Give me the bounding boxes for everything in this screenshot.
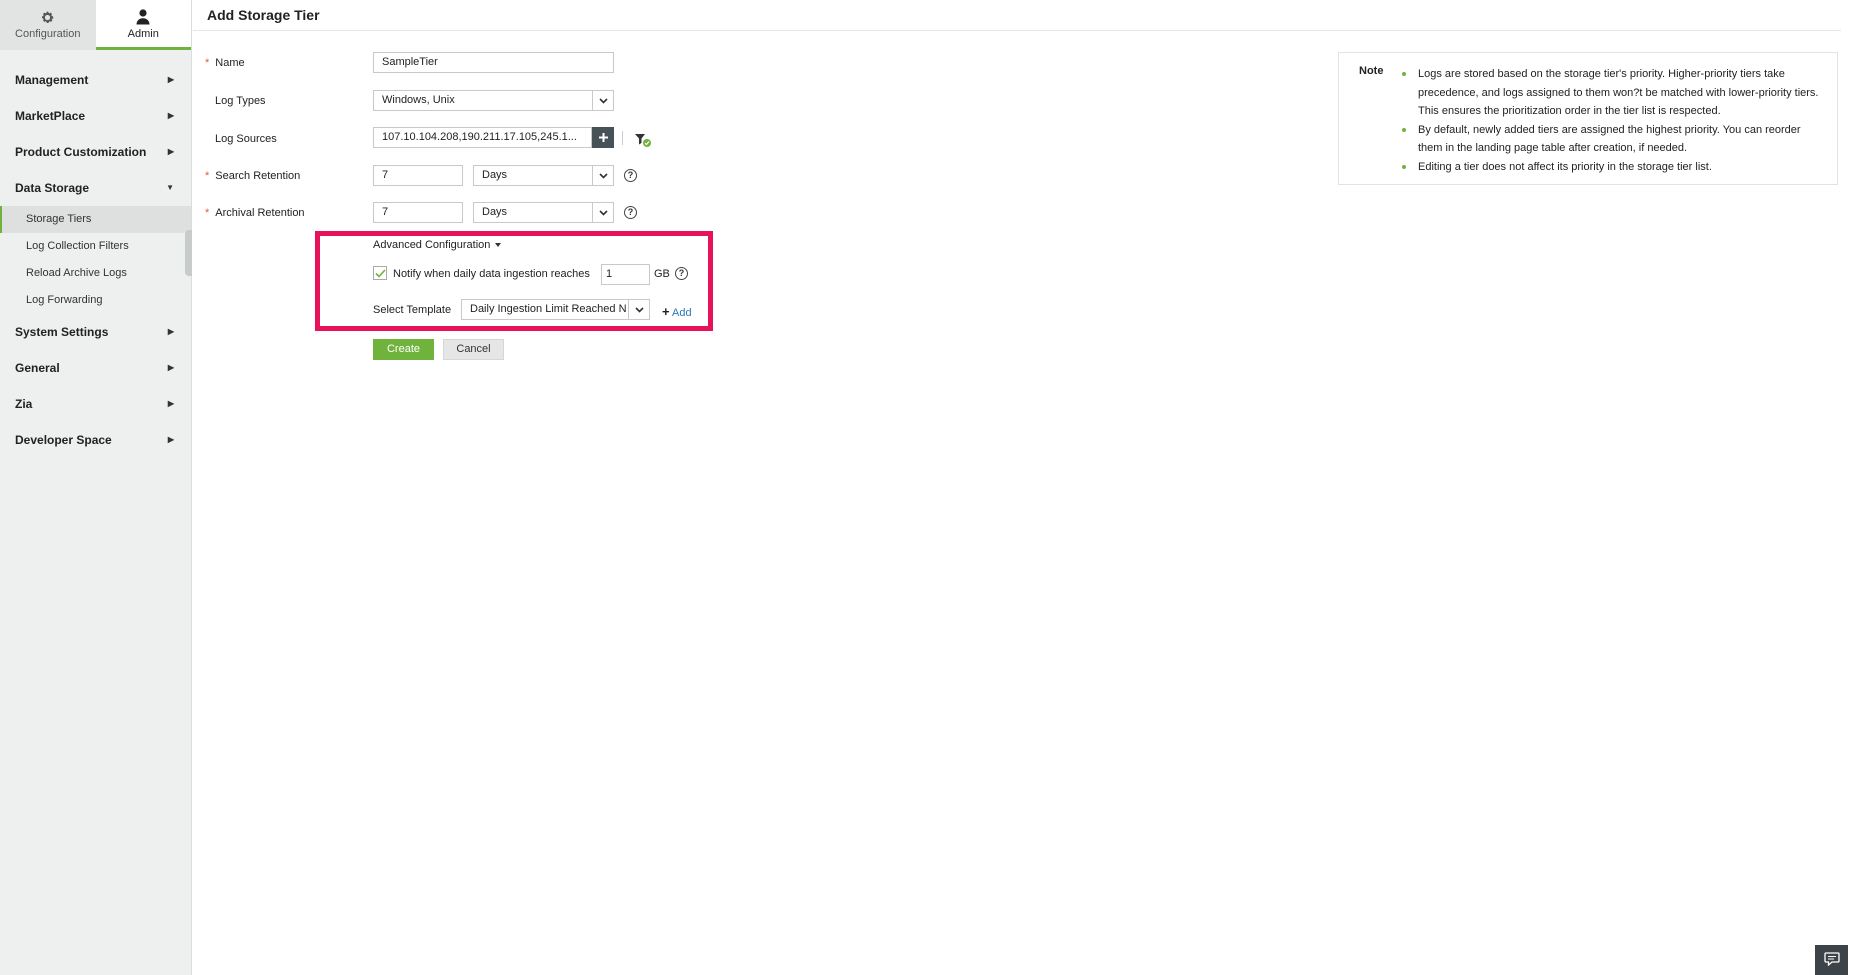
sidebar-item-developer-space[interactable]: Developer Space ▶ [0, 422, 191, 458]
required-asterisk: * [205, 207, 210, 219]
advanced-config-title: Advanced Configuration [373, 239, 491, 251]
help-icon[interactable]: ? [624, 206, 637, 219]
chevron-down-icon [628, 300, 649, 319]
archival-retention-input[interactable]: 7 [373, 202, 463, 223]
sidebar-nav: Management ▶ MarketPlace ▶ Product Custo… [0, 50, 191, 458]
archival-retention-unit: Days [482, 206, 508, 218]
sidebar-item-data-storage[interactable]: Data Storage ▼ [0, 170, 191, 206]
sidebar-item-marketplace[interactable]: MarketPlace ▶ [0, 98, 191, 134]
help-icon[interactable]: ? [624, 169, 637, 182]
chevron-right-icon: ▶ [167, 147, 174, 156]
chevron-right-icon: ▶ [167, 363, 174, 372]
log-sources-label: Log Sources [215, 133, 277, 145]
chevron-right-icon: ▶ [167, 327, 174, 336]
required-asterisk: * [205, 170, 210, 182]
chat-button[interactable] [1815, 945, 1848, 975]
notify-checkbox[interactable] [373, 266, 387, 280]
notify-label: Notify when daily data ingestion reaches [393, 268, 590, 280]
required-asterisk: * [205, 57, 210, 69]
sidebar-item-label: General [15, 361, 60, 375]
tab-admin-label: Admin [127, 27, 159, 40]
template-value: Daily Ingestion Limit Reached N [470, 303, 627, 315]
chevron-down-icon: ▼ [166, 183, 174, 192]
add-log-source-button[interactable] [592, 127, 614, 148]
sidebar-item-label: Zia [15, 397, 33, 411]
select-template-label: Select Template [373, 304, 452, 316]
log-types-value: Windows, Unix [382, 94, 455, 106]
name-label: Name [215, 57, 245, 69]
sidebar-item-management[interactable]: Management ▶ [0, 62, 191, 98]
chevron-right-icon: ▶ [167, 435, 174, 444]
divider [622, 131, 623, 145]
name-label-row: * Name [205, 57, 245, 69]
search-retention-unit: Days [482, 169, 508, 181]
main-content: Add Storage Tier * Name SampleTier Log Ty… [193, 0, 1851, 975]
chevron-right-icon: ▶ [167, 399, 174, 408]
search-retention-label-row: * Search Retention [205, 170, 300, 182]
log-sources-input[interactable]: 107.10.104.208,190.211.17.105,245.1... [373, 127, 592, 148]
create-button[interactable]: Create [373, 339, 434, 360]
tab-admin[interactable]: Admin [95, 0, 191, 50]
chevron-down-icon [592, 91, 613, 110]
search-retention-unit-select[interactable]: Days [473, 165, 614, 186]
sidebar-item-label: System Settings [15, 325, 109, 339]
plus-icon: + [662, 304, 670, 319]
name-input[interactable]: SampleTier [373, 52, 614, 73]
sidebar-subitem-log-forwarding[interactable]: Log Forwarding [0, 287, 191, 314]
chevron-right-icon: ▶ [167, 75, 174, 84]
sidebar-subitem-log-collection-filters[interactable]: Log Collection Filters [0, 233, 191, 260]
archival-retention-label-row: * Archival Retention [205, 207, 305, 219]
note-title: Note [1359, 65, 1384, 77]
add-template-link[interactable]: + Add [662, 304, 692, 319]
gear-icon [40, 10, 55, 28]
sidebar-item-label: Management [15, 73, 89, 87]
note-list: Logs are stored based on the storage tie… [1402, 65, 1823, 177]
top-tabs: Configuration Admin [0, 0, 191, 50]
sidebar-item-product-customization[interactable]: Product Customization ▶ [0, 134, 191, 170]
note-item: Logs are stored based on the storage tie… [1402, 65, 1823, 121]
chat-icon [1823, 951, 1840, 969]
archival-retention-label: Archival Retention [215, 207, 305, 219]
caret-down-icon [495, 243, 502, 248]
sidebar-subitem-reload-archive-logs[interactable]: Reload Archive Logs [0, 260, 191, 287]
cancel-button[interactable]: Cancel [443, 339, 504, 360]
log-types-label: Log Types [215, 95, 266, 107]
search-retention-label: Search Retention [215, 170, 301, 182]
sidebar-item-label: MarketPlace [15, 109, 86, 123]
advanced-config-toggle[interactable]: Advanced Configuration [373, 239, 502, 251]
log-types-select[interactable]: Windows, Unix [373, 90, 614, 111]
sidebar-subitem-storage-tiers[interactable]: Storage Tiers [0, 206, 191, 233]
sidebar-item-system-settings[interactable]: System Settings ▶ [0, 314, 191, 350]
title-divider [193, 30, 1841, 31]
help-icon[interactable]: ? [675, 267, 688, 280]
sidebar-item-label: Developer Space [15, 433, 112, 447]
archival-retention-unit-select[interactable]: Days [473, 202, 614, 223]
sidebar-item-label: Product Customization [15, 145, 147, 159]
chevron-down-icon [592, 203, 613, 222]
chevron-right-icon: ▶ [167, 111, 174, 120]
tab-configuration[interactable]: Configuration [0, 0, 96, 50]
sidebar-collapse-handle[interactable] [185, 230, 192, 276]
user-icon [135, 8, 151, 28]
template-select[interactable]: Daily Ingestion Limit Reached N [461, 299, 650, 320]
page-title: Add Storage Tier [207, 7, 320, 23]
search-retention-input[interactable]: 7 [373, 165, 463, 186]
add-template-label: Add [672, 307, 692, 319]
chevron-down-icon [592, 166, 613, 185]
note-item: By default, newly added tiers are assign… [1402, 121, 1823, 158]
tab-configuration-label: Configuration [15, 28, 81, 40]
notify-threshold-input[interactable]: 1 [601, 264, 650, 285]
filter-icon[interactable] [634, 133, 652, 151]
sidebar: Configuration Admin Management ▶ MarketP… [0, 0, 192, 975]
sidebar-item-zia[interactable]: Zia ▶ [0, 386, 191, 422]
sidebar-item-label: Data Storage [15, 181, 90, 195]
notify-unit: GB [654, 268, 670, 280]
note-panel: Note Logs are stored based on the storag… [1338, 52, 1838, 185]
note-item: Editing a tier does not affect its prior… [1402, 158, 1823, 177]
sidebar-item-general[interactable]: General ▶ [0, 350, 191, 386]
